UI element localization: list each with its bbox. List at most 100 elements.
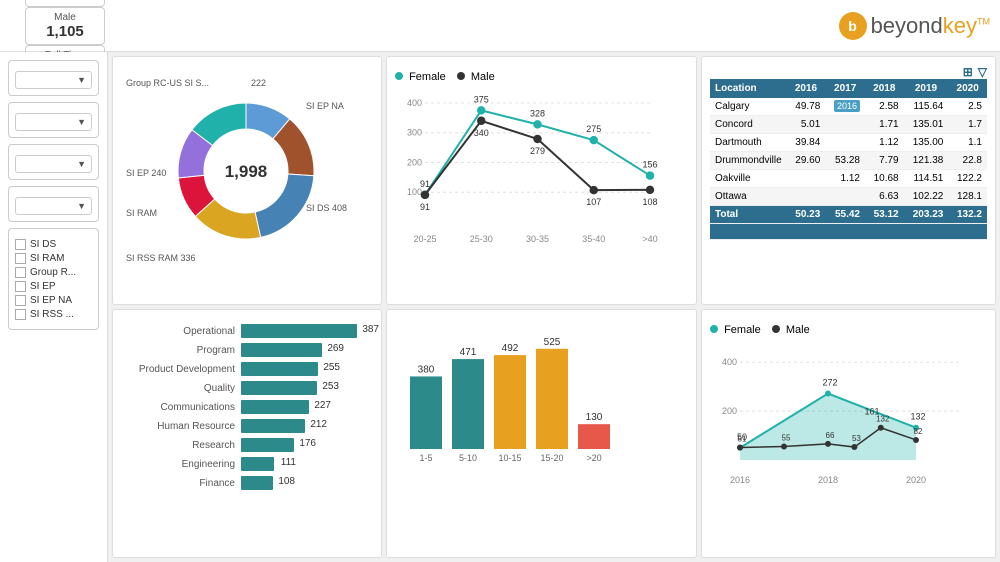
svg-text:66: 66 xyxy=(826,431,835,440)
svg-text:130: 130 xyxy=(586,412,603,423)
svg-text:1,998: 1,998 xyxy=(225,162,268,181)
svg-text:SI EP NA: SI EP NA xyxy=(306,101,344,111)
content-area: 1,998Group RC-US SI S...SI EP 240SI RAMS… xyxy=(108,52,1000,562)
svg-text:279: 279 xyxy=(530,146,545,156)
year-filter: ▼ xyxy=(8,60,99,96)
group-item[interactable]: SI EP NA xyxy=(15,295,92,306)
svg-text:222: 222 xyxy=(251,78,266,88)
filter-icon[interactable]: ▽ xyxy=(978,65,987,79)
org-select[interactable]: ▼ xyxy=(15,155,92,173)
svg-text:200: 200 xyxy=(722,406,737,416)
table-row: Calgary49.7820162.58115.642.5 xyxy=(710,98,987,116)
group-checkbox[interactable] xyxy=(15,253,26,264)
bu-bar-fill: 227 xyxy=(241,400,309,414)
group-checkbox[interactable] xyxy=(15,309,26,320)
loc-col-header: 2017 xyxy=(825,79,865,98)
svg-text:300: 300 xyxy=(407,128,422,138)
svg-text:SI RSS RAM 336: SI RSS RAM 336 xyxy=(126,253,196,263)
loc-col-header: Location xyxy=(710,79,787,98)
bu-bar-fill: 255 xyxy=(241,362,318,376)
age-panel: Female Male 10020030040020-2525-3030-353… xyxy=(386,56,697,305)
logo-text: beyondkeyTM xyxy=(871,13,990,39)
bu-bar-value: 227 xyxy=(314,400,331,411)
group-item[interactable]: SI EP xyxy=(15,281,92,292)
svg-text:2018: 2018 xyxy=(818,475,838,485)
svg-text:Group RC-US SI S...: Group RC-US SI S... xyxy=(126,78,209,88)
bu-bar-fill: 111 xyxy=(241,457,274,471)
svg-text:SI DS 408: SI DS 408 xyxy=(306,203,347,213)
loc-next[interactable]: ▶ xyxy=(851,226,859,237)
svg-text:20-25: 20-25 xyxy=(413,234,436,244)
svg-text:5-10: 5-10 xyxy=(459,453,477,463)
svg-text:>40: >40 xyxy=(642,234,657,244)
bu-bar-row: Program 269 xyxy=(121,343,373,357)
group-checkbox[interactable] xyxy=(15,239,26,250)
org-arrow: ▼ xyxy=(77,159,86,169)
group-item[interactable]: SI RSS ... xyxy=(15,309,92,320)
svg-text:471: 471 xyxy=(460,347,477,358)
female-legend-label: Female xyxy=(409,71,446,83)
bu-bar-label: Operational xyxy=(121,326,241,337)
bu-select[interactable]: ▼ xyxy=(15,197,92,215)
bu-bar-label: Research xyxy=(121,440,241,451)
svg-text:400: 400 xyxy=(722,357,737,367)
bottom-row: Operational 387 Program 269 Product Deve… xyxy=(112,309,996,558)
svg-text:492: 492 xyxy=(502,343,519,354)
svg-text:328: 328 xyxy=(530,108,545,118)
svg-text:53: 53 xyxy=(852,434,861,443)
bu-bar-row: Communications 227 xyxy=(121,400,373,414)
stat-male: Male1,105 xyxy=(25,7,105,45)
svg-text:30-35: 30-35 xyxy=(526,234,549,244)
table-row: Drummondville29.6053.287.79121.3822.8 xyxy=(710,152,987,170)
bu-bar-value: 108 xyxy=(278,476,295,487)
tenure-panel: 3801-54715-1049210-1552515-20130>20 xyxy=(386,309,697,558)
group-list: SI DS SI RAM Group R... SI EP SI EP NA SI RSS… xyxy=(15,239,92,320)
business-unit-filter: ▼ xyxy=(8,186,99,222)
bu-bar-value: 269 xyxy=(327,343,344,354)
svg-text:1-5: 1-5 xyxy=(419,453,432,463)
group-item[interactable]: Group R... xyxy=(15,267,92,278)
locations-arrow: ▼ xyxy=(77,117,86,127)
top-row: 1,998Group RC-US SI S...SI EP 240SI RAMS… xyxy=(112,56,996,305)
organization-filter: ▼ xyxy=(8,144,99,180)
year-select[interactable]: ▼ xyxy=(15,71,92,89)
location-table: Location20162017201820192020Calgary49.78… xyxy=(710,79,987,240)
header: Head Count1,998Female893Male1,105Full Ti… xyxy=(0,0,1000,52)
std-female-dot xyxy=(710,325,718,333)
std-chart: 2004002016201820205027213251556653132821… xyxy=(710,340,980,490)
svg-text:91: 91 xyxy=(420,179,430,189)
svg-text:525: 525 xyxy=(544,337,561,348)
loc-col-header: 2019 xyxy=(904,79,949,98)
loc-prev[interactable]: ◀ xyxy=(838,226,846,237)
bu-bar-fill: 108 xyxy=(241,476,273,490)
group-item[interactable]: SI RAM xyxy=(15,253,92,264)
bu-bars: Operational 387 Program 269 Product Deve… xyxy=(121,324,373,490)
loc-col-header: 2020 xyxy=(948,79,987,98)
locations-filter: ▼ xyxy=(8,102,99,138)
svg-text:SI EP 240: SI EP 240 xyxy=(126,168,166,178)
locations-select[interactable]: ▼ xyxy=(15,113,92,131)
std-panel: Female Male 2004002016201820205027213251… xyxy=(701,309,996,558)
std-female-label: Female xyxy=(724,324,761,336)
age-gender-chart: 10020030040020-2525-3030-3535-40>4091375… xyxy=(395,87,675,257)
svg-text:25-30: 25-30 xyxy=(470,234,493,244)
bu-bar-value: 176 xyxy=(299,438,316,449)
group-item[interactable]: SI DS xyxy=(15,239,92,250)
bu-bar-label: Finance xyxy=(121,478,241,489)
svg-text:380: 380 xyxy=(418,364,435,375)
bu-bar-fill: 387 xyxy=(241,324,357,338)
bu-bar-label: Engineering xyxy=(121,459,241,470)
group-checkbox[interactable] xyxy=(15,281,26,292)
table-row: Oakville1.1210.68114.51122.2 xyxy=(710,170,987,188)
expand-icon[interactable]: ⊞ xyxy=(963,65,973,79)
group-filter: SI DS SI RAM Group R... SI EP SI EP NA SI RSS… xyxy=(8,228,99,330)
svg-text:375: 375 xyxy=(474,94,489,104)
svg-text:275: 275 xyxy=(586,124,601,134)
group-checkbox[interactable] xyxy=(15,295,26,306)
table-row: Ottawa6.63102.22128.1 xyxy=(710,188,987,206)
svg-text:272: 272 xyxy=(822,378,837,388)
sidebar: ▼ ▼ ▼ ▼ SI DSSI RAMGroup R xyxy=(0,52,108,562)
bu-bar-value: 111 xyxy=(281,457,296,468)
svg-text:108: 108 xyxy=(642,197,657,207)
group-checkbox[interactable] xyxy=(15,267,26,278)
